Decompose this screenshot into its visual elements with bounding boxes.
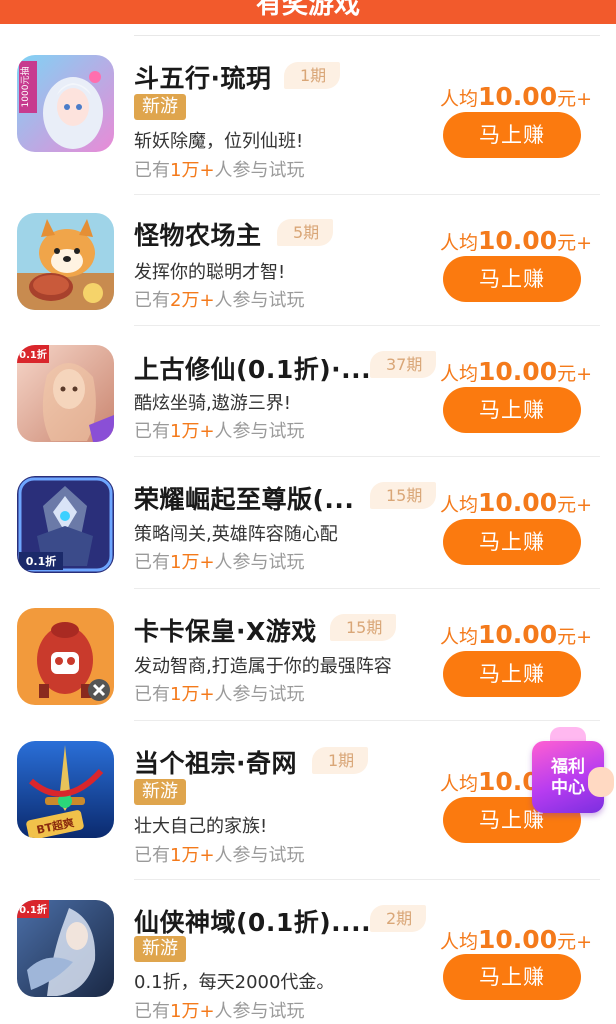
earn-button[interactable]: 马上赚 (443, 256, 581, 302)
skull-pod-icon[interactable] (17, 608, 114, 705)
reward-amount: 人均10.00元+ (440, 620, 593, 649)
period-badge: 15期 (330, 614, 397, 641)
game-row[interactable]: 0.1折 荣耀崛起至尊版(... 15期 策略闯关,英雄阵容随心配 已有1万+人… (0, 457, 616, 589)
reward-amount: 人均10.0 (440, 767, 540, 796)
shiba-dog-icon[interactable] (17, 213, 114, 310)
game-desc: 发挥你的聪明才智! (134, 262, 286, 283)
pointing-hand-icon (588, 767, 614, 797)
game-row[interactable]: 怪物农场主 5期 发挥你的聪明才智! 已有2万+人参与试玩 人均10.00元+ … (0, 195, 616, 326)
players-count: 已有1万+人参与试玩 (134, 845, 305, 866)
game-desc: 酷炫坐骑,遨游三界! (134, 393, 291, 414)
icon-label: 0.1折 (19, 903, 47, 916)
game-desc: 壮大自己的家族! (134, 816, 268, 837)
game-title: 上古修仙(0.1折)·... (134, 355, 372, 384)
period-badge: 1期 (312, 747, 369, 774)
players-count: 已有1万+人参与试玩 (134, 552, 305, 573)
earn-button[interactable]: 马上赚 (443, 112, 581, 158)
period-badge: 5期 (277, 219, 334, 246)
sword-icon[interactable]: BT超爽 (17, 741, 114, 838)
game-title: 当个祖宗·奇网 (134, 749, 297, 778)
game-desc: 发动智商,打造属于你的最强阵容 (134, 656, 392, 677)
players-count: 已有1万+人参与试玩 (134, 684, 305, 705)
game-row[interactable]: 0.1折 上古修仙(0.1折)·... 37期 酷炫坐骑,遨游三界! 已有1万+… (0, 326, 616, 457)
period-badge: 1期 (284, 62, 341, 89)
swordsman-icon[interactable]: 0.1折 (17, 900, 114, 997)
game-row[interactable]: 1000元抽 斗五行·琉玥 1期 新游 斩妖除魔，位列仙班! 已有1万+人参与试… (0, 36, 616, 195)
reward-amount: 人均10.00元+ (440, 925, 593, 954)
earn-button[interactable]: 马上赚 (443, 387, 581, 433)
game-title: 仙侠神域(0.1折).... (134, 908, 372, 937)
game-row[interactable]: 卡卡保皇·X游戏 15期 发动智商,打造属于你的最强阵容 已有1万+人参与试玩 … (0, 589, 616, 721)
earn-button[interactable]: 马上赚 (443, 651, 581, 697)
reward-amount: 人均10.00元+ (440, 82, 593, 111)
new-badge: 新游 (134, 936, 186, 962)
armored-knight-icon[interactable]: 0.1折 (17, 476, 114, 573)
game-row[interactable]: 0.1折 仙侠神域(0.1折).... 2期 新游 0.1折，每天2000代金。… (0, 880, 616, 1024)
game-desc: 策略闯关,英雄阵容随心配 (134, 524, 338, 545)
game-row[interactable]: BT超爽 当个祖宗·奇网 1期 新游 壮大自己的家族! 已有1万+人参与试玩 人… (0, 721, 616, 880)
players-count: 已有2万+人参与试玩 (134, 290, 305, 311)
earn-button[interactable]: 马上赚 (443, 519, 581, 565)
icon-label: 0.1折 (19, 348, 47, 361)
header-bar: 有奖游戏 (0, 0, 616, 24)
players-count: 已有1万+人参与试玩 (134, 421, 305, 442)
header-title: 有奖游戏 (255, 0, 360, 20)
period-badge: 15期 (370, 482, 437, 509)
period-badge: 2期 (370, 905, 427, 932)
reward-amount: 人均10.00元+ (440, 226, 593, 255)
welfare-center-button[interactable]: 福利 中心 (530, 727, 616, 819)
reward-amount: 人均10.00元+ (440, 357, 593, 386)
players-count: 已有1万+人参与试玩 (134, 160, 305, 181)
icon-label: 0.1折 (26, 554, 57, 568)
game-title: 怪物农场主 (134, 221, 262, 250)
fairy-icon[interactable]: 0.1折 (17, 345, 114, 442)
new-badge: 新游 (134, 779, 186, 805)
game-title: 斗五行·琉玥 (134, 64, 272, 93)
reward-amount: 人均10.00元+ (440, 488, 593, 517)
game-title: 荣耀崛起至尊版(... (134, 485, 355, 514)
game-desc: 斩妖除魔，位列仙班! (134, 131, 304, 152)
players-count: 已有1万+人参与试玩 (134, 1001, 305, 1022)
anime-girl-icon[interactable]: 1000元抽 (17, 55, 114, 152)
earn-button[interactable]: 马上赚 (443, 954, 581, 1000)
game-title: 卡卡保皇·X游戏 (134, 617, 317, 646)
new-badge: 新游 (134, 94, 186, 120)
game-desc: 0.1折，每天2000代金。 (134, 972, 335, 993)
icon-label: 1000元抽 (19, 67, 31, 108)
period-badge: 37期 (370, 351, 437, 378)
